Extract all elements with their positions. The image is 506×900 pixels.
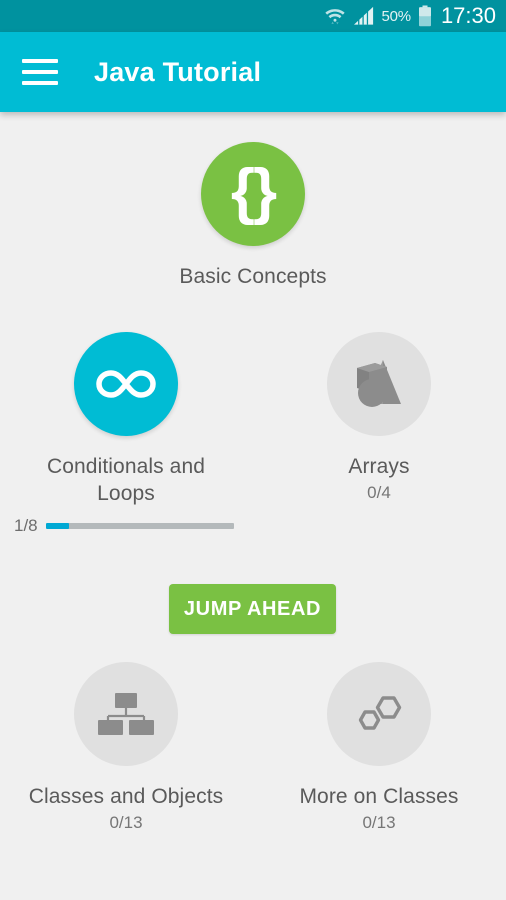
hierarchy-icon (98, 693, 154, 735)
status-bar: 50% 17:30 (0, 0, 506, 32)
status-bar-clock: 17:30 (440, 3, 496, 28)
hamburger-bar (22, 81, 58, 85)
progress-track (45, 523, 234, 529)
lesson-progress-text: 0/13 (362, 812, 396, 832)
progress-fill (45, 523, 70, 529)
lesson-tile-more-on-classes[interactable]: More on Classes 0/13 (259, 662, 499, 833)
page-title: Java Tutorial (94, 56, 262, 87)
lesson-label: Basic Concepts (179, 265, 327, 288)
curly-braces-icon: {} (230, 157, 277, 226)
lesson-grid: {} Basic Concepts Conditionals and Loops… (0, 112, 506, 900)
lesson-progress-text: 0/13 (109, 812, 143, 832)
lesson-label: Conditionals and Loops (46, 455, 206, 505)
lesson-label: Arrays (348, 455, 410, 478)
hexagons-icon (358, 696, 402, 730)
lesson-icon-circle[interactable] (327, 662, 431, 766)
battery-percent-label: 50% (381, 7, 412, 25)
lesson-label: Classes and Objects (28, 785, 224, 808)
lesson-tile-classes-and-objects[interactable]: Classes and Objects 0/13 (6, 662, 246, 833)
lesson-tile-conditionals-and-loops[interactable]: Conditionals and Loops (6, 332, 246, 507)
app-bar: Java Tutorial (0, 32, 506, 112)
wifi-icon (324, 9, 345, 25)
battery-icon (418, 5, 431, 27)
jump-ahead-button[interactable]: JUMP AHEAD (169, 584, 336, 634)
3d-shapes-icon (357, 360, 401, 407)
lesson-tile-basic-concepts[interactable]: {} Basic Concepts (133, 142, 373, 291)
lesson-tile-arrays[interactable]: Arrays 0/4 (259, 332, 499, 503)
infinity-icon (96, 370, 156, 398)
signal-bars-icon (353, 6, 373, 25)
lesson-icon-circle[interactable] (327, 332, 431, 436)
hamburger-menu-icon[interactable] (22, 58, 58, 86)
lesson-icon-circle[interactable] (74, 332, 178, 436)
lesson-progress-text: 0/4 (367, 482, 391, 502)
lesson-label: More on Classes (299, 785, 459, 808)
lesson-progress-bar-conditionals-and-loops: 1/8 (14, 516, 234, 536)
hamburger-bar (22, 59, 58, 63)
lesson-icon-circle[interactable]: {} (201, 142, 305, 246)
lesson-icon-circle[interactable] (74, 662, 178, 766)
hamburger-bar (22, 70, 58, 74)
progress-label: 1/8 (14, 516, 38, 535)
